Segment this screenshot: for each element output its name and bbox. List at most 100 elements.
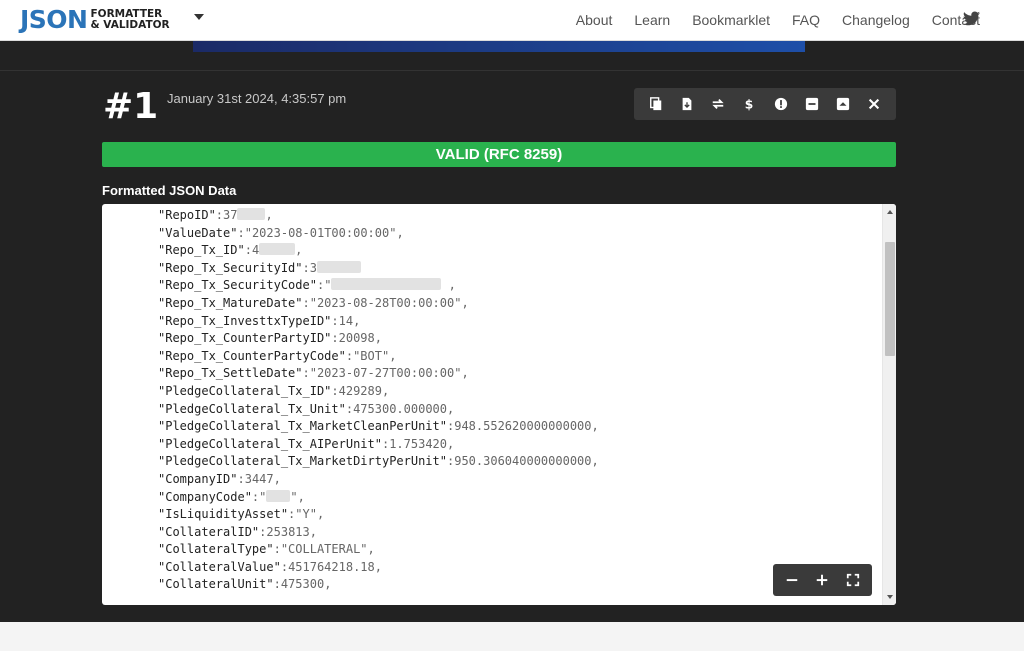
- svg-text:$: $: [745, 97, 754, 111]
- json-line: "ValueDate":"2023-08-01T00:00:00",: [158, 225, 404, 240]
- collapse-icon[interactable]: [800, 92, 824, 116]
- fullscreen-icon[interactable]: [841, 568, 865, 592]
- json-line: "RepoID":37,: [158, 208, 273, 222]
- zoom-out-icon[interactable]: [780, 568, 804, 592]
- json-key: "IsLiquidityAsset": [158, 507, 289, 522]
- json-key: "CollateralID": [158, 524, 260, 539]
- json-value: "2023-08-01T00:00:00": [244, 225, 397, 240]
- json-line: "CompanyID":3447,: [158, 471, 281, 486]
- ad-banner[interactable]: [193, 41, 805, 52]
- json-value: 950.306040000000000: [454, 454, 592, 469]
- close-icon[interactable]: [862, 92, 886, 116]
- nav-link-bookmarklet[interactable]: Bookmarklet: [692, 12, 770, 28]
- json-key: "CollateralValue": [158, 559, 281, 574]
- json-line: "CollateralType":"COLLATERAL",: [158, 542, 375, 557]
- redacted-value: [266, 489, 291, 502]
- json-value: 37: [223, 208, 238, 222]
- entry-number: #1: [103, 86, 159, 127]
- json-line: "PledgeCollateral_Tx_Unit":475300.000000…: [158, 401, 455, 416]
- twitter-icon[interactable]: [963, 11, 980, 26]
- json-value: 3: [309, 260, 317, 275]
- logo-line-2: & VALIDATOR: [90, 19, 170, 31]
- alert-icon[interactable]: [769, 92, 793, 116]
- json-key: "ValueDate": [158, 225, 238, 240]
- json-value: "BOT": [353, 348, 390, 363]
- json-line: "CompanyCode":" ",: [158, 489, 305, 504]
- dollar-icon[interactable]: $: [737, 92, 761, 116]
- scroll-down-arrow-icon[interactable]: [887, 595, 893, 599]
- json-value: 253813: [266, 524, 310, 539]
- zoom-in-icon[interactable]: [810, 568, 834, 592]
- json-value: "Y": [295, 507, 317, 522]
- json-key: "Repo_Tx_CounterPartyID": [158, 331, 332, 346]
- json-line: "Repo_Tx_MatureDate":"2023-08-28T00:00:0…: [158, 295, 469, 310]
- copy-icon[interactable]: [644, 92, 668, 116]
- json-code-view[interactable]: "RepoID":37, "ValueDate":"2023-08-01T00:0…: [158, 207, 599, 594]
- page-footer: [0, 622, 1024, 651]
- json-key: "CompanyCode": [158, 489, 252, 504]
- json-line: "CollateralUnit":475300,: [158, 577, 332, 592]
- json-key: "CollateralUnit": [158, 577, 274, 592]
- section-divider: [0, 70, 1024, 71]
- main-nav: About Learn Bookmarklet FAQ Changelog Contact: [554, 12, 980, 28]
- json-value: ": [259, 489, 267, 504]
- entry-timestamp: January 31st 2024, 4:35:57 pm: [167, 91, 347, 106]
- json-key: "PledgeCollateral_Tx_MarketDirtyPerUnit": [158, 454, 447, 469]
- json-key: "PledgeCollateral_Tx_AIPerUnit": [158, 436, 382, 451]
- json-value: 14: [338, 313, 354, 328]
- json-value: 475300.000000: [353, 401, 447, 416]
- logo-subtitle: FORMATTER & VALIDATOR: [90, 9, 169, 31]
- json-key: "Repo_Tx_CounterPartyCode": [158, 348, 346, 363]
- json-line: "IsLiquidityAsset":"Y",: [158, 507, 325, 522]
- logo-json-text: JSON: [20, 5, 88, 34]
- scroll-up-arrow-icon[interactable]: [887, 210, 893, 214]
- json-key: "RepoID": [158, 208, 216, 222]
- json-line: "PledgeCollateral_Tx_MarketDirtyPerUnit"…: [158, 454, 599, 469]
- json-key: "Repo_Tx_ID": [158, 243, 245, 258]
- json-editor[interactable]: "RepoID":37, "ValueDate":"2023-08-01T00:0…: [102, 204, 896, 605]
- transform-icon[interactable]: [706, 92, 730, 116]
- json-line: "Repo_Tx_ID":4,: [158, 243, 303, 258]
- json-value: 948.552620000000000: [454, 419, 592, 434]
- json-line: "Repo_Tx_SecurityCode":" ,: [158, 278, 456, 293]
- redacted-value: [331, 278, 442, 291]
- json-value: "COLLATERAL": [280, 542, 368, 557]
- json-value: 1.753420: [389, 436, 447, 451]
- json-key: "CollateralType": [158, 542, 274, 557]
- nav-link-changelog[interactable]: Changelog: [842, 12, 910, 28]
- top-navbar: JSON FORMATTER & VALIDATOR About Learn Boo…: [0, 0, 1024, 41]
- json-value: ": [324, 278, 332, 293]
- expand-icon[interactable]: [831, 92, 855, 116]
- json-line: "Repo_Tx_CounterPartyID":20098,: [158, 331, 382, 346]
- nav-link-faq[interactable]: FAQ: [792, 12, 820, 28]
- logo-dropdown-caret-icon[interactable]: [194, 14, 204, 20]
- formatted-json-label: Formatted JSON Data: [102, 183, 237, 198]
- zoom-controls: [773, 564, 872, 596]
- redacted-value: [259, 243, 296, 256]
- json-key: "Repo_Tx_MatureDate": [158, 295, 303, 310]
- json-line: "CollateralValue":451764218.18,: [158, 559, 382, 574]
- json-value: "2023-07-27T00:00:00": [309, 366, 462, 381]
- json-value: 429289: [338, 383, 382, 398]
- json-value: "2023-08-28T00:00:00": [309, 295, 462, 310]
- editor-scrollbar[interactable]: [882, 204, 896, 605]
- json-value: 4: [251, 243, 260, 258]
- json-key: "Repo_Tx_SecurityCode": [158, 278, 317, 293]
- json-key: "PledgeCollateral_Tx_ID": [158, 383, 332, 398]
- entry-toolbar: $: [634, 88, 896, 120]
- json-key: "Repo_Tx_SettleDate": [158, 366, 303, 381]
- json-line: "PledgeCollateral_Tx_MarketCleanPerUnit"…: [158, 419, 599, 434]
- json-line: "PledgeCollateral_Tx_AIPerUnit":1.753420…: [158, 436, 455, 451]
- nav-link-learn[interactable]: Learn: [634, 12, 670, 28]
- redacted-value: [237, 208, 266, 220]
- site-logo[interactable]: JSON FORMATTER & VALIDATOR: [20, 6, 170, 34]
- nav-link-about[interactable]: About: [576, 12, 613, 28]
- json-key: "Repo_Tx_InvesttxTypeID": [158, 313, 332, 328]
- json-key: "PledgeCollateral_Tx_Unit": [158, 401, 346, 416]
- redacted-value: [316, 260, 361, 273]
- download-icon[interactable]: [675, 92, 699, 116]
- json-key: "CompanyID": [158, 471, 238, 486]
- json-key: "PledgeCollateral_Tx_MarketCleanPerUnit": [158, 419, 447, 434]
- json-line: "CollateralID":253813,: [158, 524, 317, 539]
- scrollbar-thumb[interactable]: [885, 242, 895, 356]
